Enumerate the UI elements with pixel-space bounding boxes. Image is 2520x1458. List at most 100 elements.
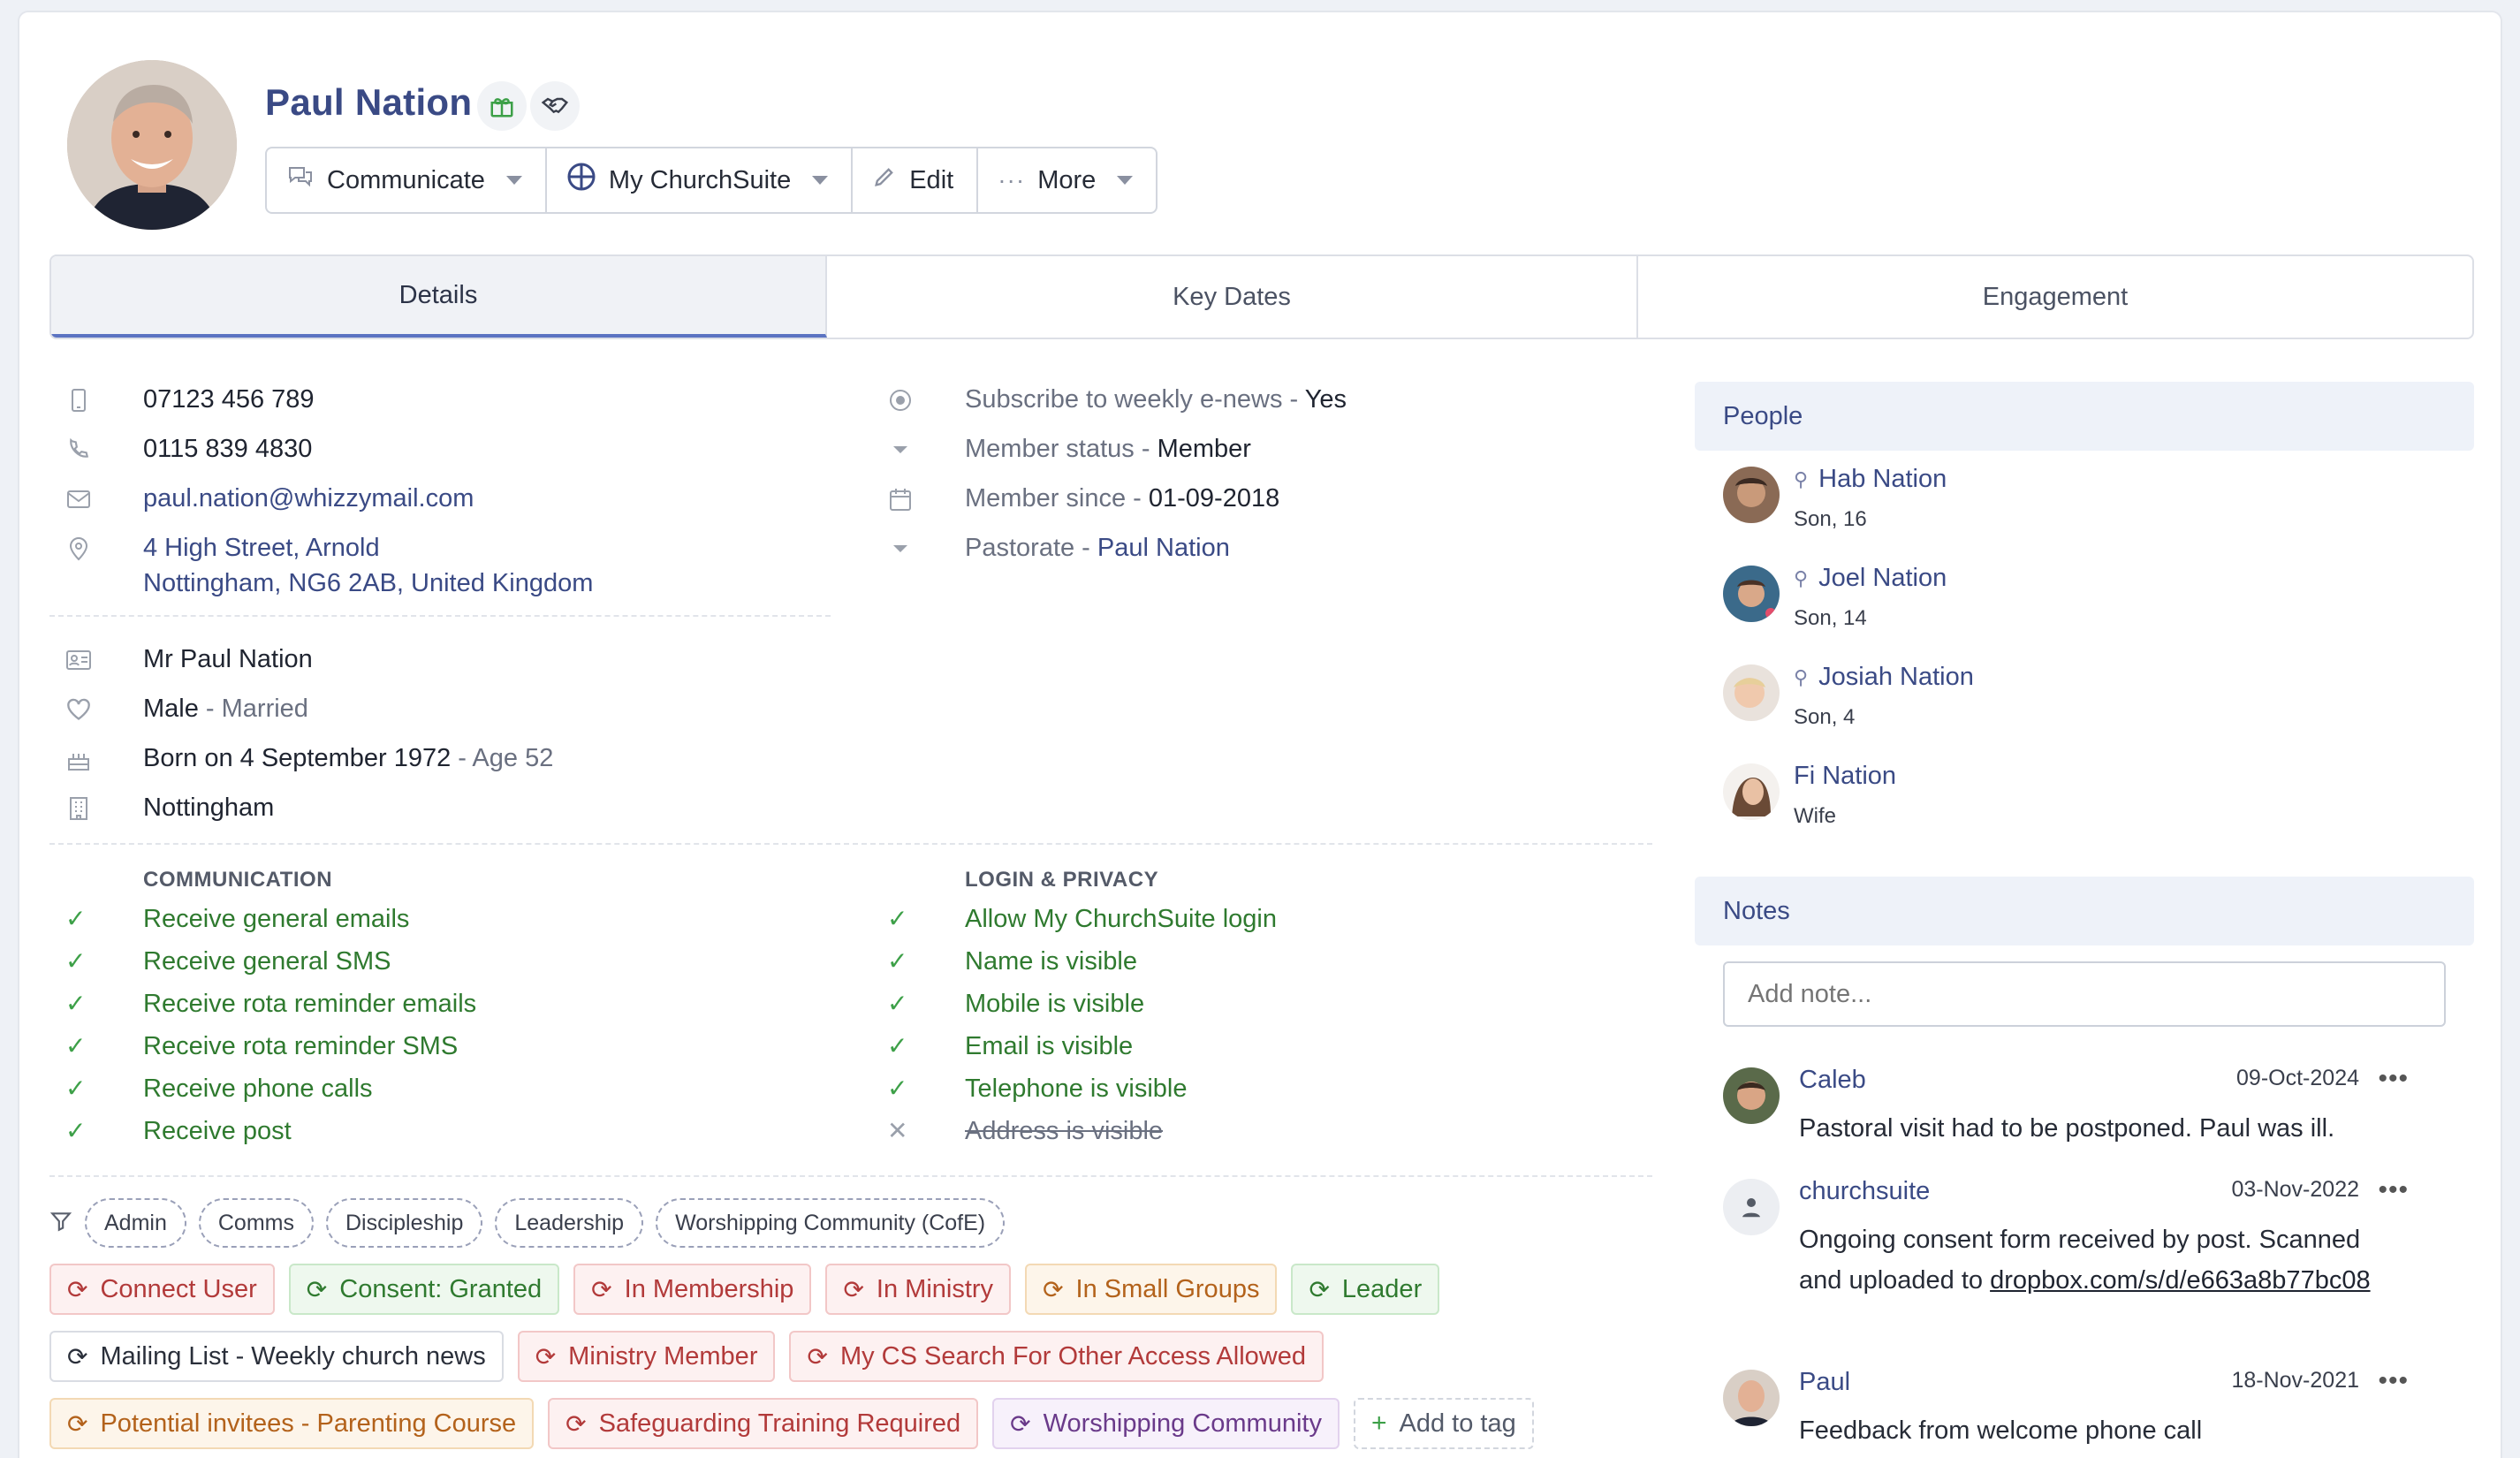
sync-icon: ⟳: [1043, 1275, 1064, 1303]
person-relationship: Son, 4: [1794, 705, 1856, 729]
tab-details[interactable]: Details: [51, 256, 827, 338]
tag-label: Consent: Granted: [339, 1274, 543, 1303]
chevron-down-icon: [505, 176, 522, 185]
person-name: Fi Nation: [1794, 762, 1896, 791]
tag-chip[interactable]: ⟳ Worshipping Community: [992, 1398, 1340, 1449]
communication-heading: COMMUNICATION: [143, 868, 333, 892]
tab-key-dates[interactable]: Key Dates: [827, 256, 1638, 338]
sync-icon: ⟳: [591, 1275, 612, 1303]
profile-action-bar: Communicate My ChurchSuite Edit ··· More: [265, 147, 1158, 214]
tag-chip[interactable]: ⟳ Mailing List - Weekly church news: [49, 1331, 504, 1382]
born-value: Born on 4 September 1972: [143, 744, 452, 772]
subscribe-field: Subscribe to weekly e-news - Yes: [965, 382, 1347, 417]
chevron-down-icon: [1117, 176, 1134, 185]
radio-circle-icon: [887, 387, 914, 414]
filter-pill[interactable]: Admin: [85, 1198, 186, 1248]
more-button[interactable]: ··· More: [978, 148, 1156, 212]
check-icon: ✓: [887, 947, 908, 975]
avatar: [1723, 566, 1780, 622]
mobile-number[interactable]: 07123 456 789: [143, 382, 315, 417]
tag-chip[interactable]: ⟳ Leader: [1291, 1264, 1440, 1315]
note-date: 09-Oct-2024: [2236, 1066, 2359, 1090]
sync-icon: ⟳: [1309, 1275, 1330, 1303]
marital-value: - Married: [198, 695, 308, 723]
caret-down-icon: [887, 535, 914, 562]
age-value: - Age 52: [451, 744, 554, 772]
note-link[interactable]: dropbox.com/s/d/e663a8b77bc08: [1990, 1266, 2370, 1295]
check-icon: ✓: [65, 1117, 87, 1144]
tag-chip[interactable]: ⟳ Connect User: [49, 1264, 275, 1315]
member-status-label: Member status -: [965, 435, 1158, 463]
my-churchsuite-button[interactable]: My ChurchSuite: [547, 148, 854, 212]
tie-icon: ⚲: [1794, 566, 1809, 589]
user-icon: [1742, 1198, 1760, 1218]
note-menu-icon[interactable]: •••: [2378, 1366, 2409, 1396]
divider: [49, 1175, 1652, 1177]
formal-name: Mr Paul Nation: [143, 645, 313, 673]
sync-icon: ⟳: [843, 1275, 864, 1303]
filter-pill[interactable]: Worshipping Community (CofE): [656, 1198, 1006, 1248]
tag-chip[interactable]: ⟳ In Small Groups: [1025, 1264, 1278, 1315]
check-icon: ✓: [65, 990, 87, 1017]
pastorate-field: Pastorate - Paul Nation: [965, 530, 1230, 566]
add-to-tag-button[interactable]: + Add to tag: [1353, 1398, 1534, 1449]
edit-button[interactable]: Edit: [853, 148, 979, 212]
my-churchsuite-label: My ChurchSuite: [608, 165, 792, 194]
people-header: People: [1695, 382, 2474, 451]
note-author[interactable]: Paul: [1799, 1368, 1850, 1397]
note-body: Ongoing consent form received by post. S…: [1799, 1219, 2382, 1301]
tag-chip[interactable]: ⟳ In Ministry: [825, 1264, 1012, 1315]
privacy-heading: LOGIN & PRIVACY: [965, 868, 1159, 892]
tags-row-2: ⟳ Mailing List - Weekly church news ⟳ Mini…: [49, 1331, 1324, 1382]
filter-pill[interactable]: Comms: [198, 1198, 314, 1248]
person-name-text: Josiah Nation: [1818, 663, 1974, 691]
note-body: Pastoral visit had to be postponed. Paul…: [1799, 1114, 2335, 1143]
avatar: [1723, 467, 1780, 523]
handshake-icon: [530, 81, 580, 131]
filter-pill[interactable]: Leadership: [495, 1198, 644, 1248]
site-value: Nottingham: [143, 794, 275, 822]
email-link[interactable]: paul.nation@whizzymail.com: [143, 481, 474, 516]
person-name-text: Hab Nation: [1818, 465, 1947, 493]
communicate-button[interactable]: Communicate: [267, 148, 547, 212]
note-author[interactable]: churchsuite: [1799, 1177, 1930, 1206]
chevron-down-icon: [812, 176, 829, 185]
check-icon: ✓: [65, 1075, 87, 1102]
avatar: [1723, 1179, 1780, 1235]
tab-engagement[interactable]: Engagement: [1638, 256, 2472, 338]
tag-chip[interactable]: ⟳ Consent: Granted: [288, 1264, 560, 1315]
address-line-2[interactable]: Nottingham, NG6 2AB, United Kingdom: [143, 566, 593, 601]
note-menu-icon[interactable]: •••: [2378, 1064, 2409, 1094]
preference-label: Allow My ChurchSuite login: [965, 905, 1277, 933]
phone-icon: [65, 437, 92, 463]
preference-label: Telephone is visible: [965, 1075, 1188, 1103]
tag-chip[interactable]: ⟳ My CS Search For Other Access Allowed: [789, 1331, 1324, 1382]
member-status-field: Member status - Member: [965, 431, 1251, 467]
filter-icon[interactable]: [49, 1210, 72, 1237]
person-name: ⚲ Josiah Nation: [1794, 663, 1974, 692]
note-author[interactable]: Caleb: [1799, 1066, 1866, 1095]
note-date: 03-Nov-2022: [2231, 1177, 2359, 1202]
divider: [49, 615, 831, 617]
preference-label: Email is visible: [965, 1032, 1134, 1060]
add-note-input[interactable]: [1723, 961, 2446, 1027]
person-relationship: Son, 14: [1794, 606, 1867, 630]
tags-row-1: ⟳ Connect User ⟳ Consent: Granted ⟳ In Memb…: [49, 1264, 1440, 1315]
communicate-label: Communicate: [327, 165, 485, 194]
pastorate-link[interactable]: Paul Nation: [1097, 534, 1230, 562]
address-line-1[interactable]: 4 High Street, Arnold: [143, 530, 380, 566]
tag-chip[interactable]: ⟳ Ministry Member: [517, 1331, 776, 1382]
sync-icon: ⟳: [807, 1342, 828, 1371]
tag-chip[interactable]: ⟳ In Membership: [573, 1264, 812, 1315]
person-name-text: Joel Nation: [1818, 564, 1947, 592]
check-icon: ✓: [887, 990, 908, 1017]
tag-chip[interactable]: ⟳ Safeguarding Training Required: [548, 1398, 979, 1449]
note-menu-icon[interactable]: •••: [2378, 1175, 2409, 1205]
filter-pill[interactable]: Discipleship: [325, 1198, 483, 1248]
member-status-value: Member: [1157, 435, 1251, 463]
preference-label: Receive rota reminder emails: [143, 990, 477, 1018]
sync-icon: ⟳: [67, 1409, 88, 1438]
telephone-number[interactable]: 0115 839 4830: [143, 431, 312, 467]
tag-chip[interactable]: ⟳ Potential invitees - Parenting Course: [49, 1398, 535, 1449]
tag-label: In Membership: [624, 1274, 794, 1303]
